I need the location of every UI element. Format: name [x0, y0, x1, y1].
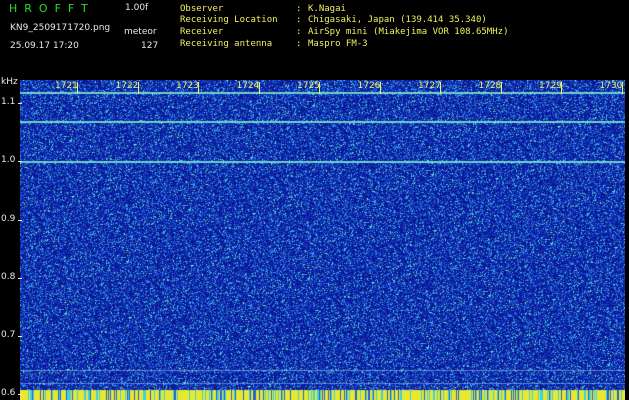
x-tick-mark: [258, 82, 260, 94]
location-value: Chigasaki, Japan (139.414 35.340): [308, 15, 487, 25]
x-tick-mark: [137, 82, 139, 94]
x-tick-label: 1723: [176, 81, 199, 91]
y-tick-label: 0.9: [1, 213, 16, 224]
x-tick-mark: [500, 82, 502, 94]
receiver-label: Receiver: [180, 27, 224, 37]
y-tick-mark: [18, 277, 22, 279]
y-tick-label: 1.1: [1, 97, 16, 108]
observer-label: Observer: [180, 4, 224, 14]
receiver-value: AirSpy mini (Miakejima VOR 108.65MHz): [308, 27, 509, 37]
y-tick-mark: [18, 336, 22, 337]
file-type: meteor: [124, 27, 157, 37]
x-tick-mark: [319, 82, 320, 94]
colon: :: [296, 15, 302, 25]
waterfall-canvas: [20, 80, 625, 400]
antenna-value: Maspro FM-3: [308, 39, 368, 49]
x-tick-label: 1727: [418, 81, 441, 91]
y-tick-label: 0.8: [1, 271, 16, 282]
colon: :: [296, 4, 302, 14]
file-name: KN9_2509171720.png: [10, 23, 111, 33]
x-tick-mark: [440, 82, 441, 94]
colon: :: [296, 27, 302, 37]
x-tick-label: 1730: [599, 81, 623, 91]
x-tick-label: 1725: [297, 81, 320, 91]
x-tick-label: 1721: [55, 81, 78, 91]
x-tick-label: 1726: [357, 81, 381, 91]
x-tick-mark: [379, 82, 381, 94]
date-time: 25.09.17 17:20: [10, 41, 79, 51]
y-axis-unit: kHz: [1, 77, 18, 87]
x-tick-label: 1729: [539, 81, 562, 91]
x-tick-mark: [198, 82, 199, 94]
app-version: 1.00f: [125, 3, 149, 13]
x-tick-mark: [561, 82, 562, 94]
meteor-count: 127: [141, 41, 159, 51]
y-tick-mark: [18, 161, 22, 163]
x-tick-label: 1722: [115, 81, 139, 91]
y-tick-mark: [18, 219, 22, 221]
x-tick-mark: [77, 82, 78, 94]
observer-value: K.Nagai: [308, 4, 346, 14]
colon: :: [296, 39, 302, 49]
y-tick-label: 0.6: [1, 388, 16, 399]
x-tick-label: 1728: [478, 81, 502, 91]
header-panel: HROFFT 1.00f KN9_2509171720.png meteor 2…: [0, 0, 629, 77]
app-name: HROFFT: [9, 2, 95, 15]
y-tick-mark: [18, 394, 22, 396]
waterfall-plot: [20, 80, 625, 400]
location-label: Receiving Location: [180, 15, 278, 25]
y-tick-mark: [18, 103, 22, 105]
x-tick-label: 1724: [236, 81, 260, 91]
y-tick-label: 1.0: [1, 155, 16, 166]
x-tick-mark: [621, 82, 623, 94]
antenna-label: Receiving antenna: [180, 39, 273, 49]
y-tick-label: 0.7: [1, 330, 16, 340]
plot-right-border: [625, 80, 629, 400]
